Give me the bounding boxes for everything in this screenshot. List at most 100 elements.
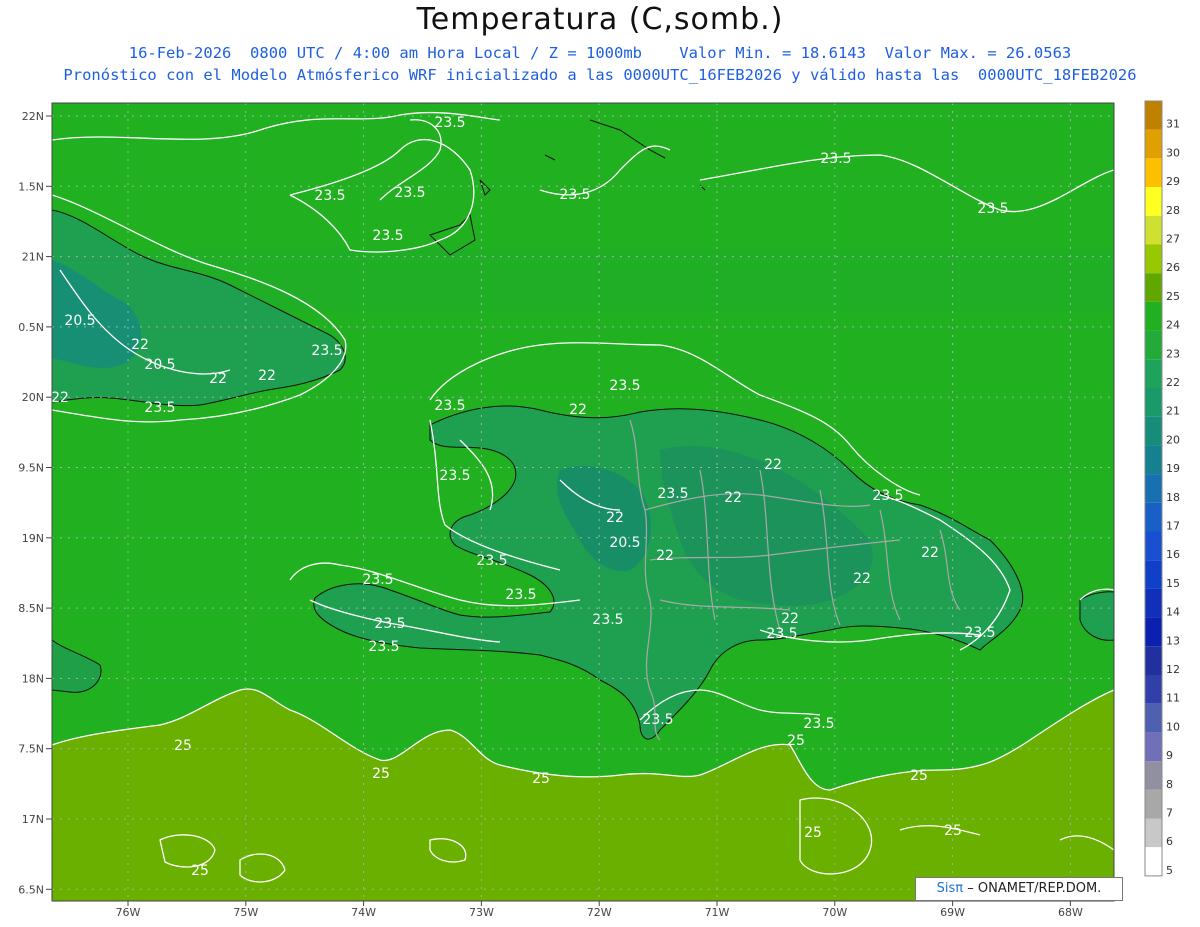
- contour-label: 22: [209, 371, 227, 387]
- contour-label: 22: [51, 390, 69, 406]
- colorbar-tick-label: 16: [1166, 548, 1180, 561]
- lon-tick-label: 76W: [116, 906, 141, 919]
- contour-label: 25: [910, 768, 928, 784]
- colorbar-tick-label: 15: [1166, 577, 1180, 590]
- colorbar-swatch: [1145, 847, 1162, 876]
- lat-tick-label: 18N: [22, 672, 44, 685]
- colorbar-tick-label: 27: [1166, 233, 1180, 246]
- colorbar-tick-label: 29: [1166, 175, 1180, 188]
- colorbar-swatch: [1145, 588, 1162, 618]
- colorbar-swatch: [1145, 129, 1162, 159]
- lat-tick-label: 7.5N: [18, 743, 44, 756]
- colorbar-tick-label: 30: [1166, 146, 1180, 159]
- colorbar-swatch: [1145, 273, 1162, 302]
- contour-label: 23.5: [311, 343, 342, 359]
- lon-tick-label: 70W: [822, 906, 847, 919]
- contour-label: 23.5: [642, 712, 673, 728]
- contour-label: 23.5: [314, 188, 345, 204]
- temperature-map: 23.5 23.5 23.5 23.5 23.5 23.5 20.5 22 20…: [18, 100, 1180, 919]
- colorbar-tick-label: 31: [1166, 118, 1180, 131]
- colorbar-swatch: [1145, 215, 1162, 245]
- colorbar-tick-label: 17: [1166, 520, 1180, 533]
- contour-label: 22: [853, 571, 871, 587]
- colorbar-tick-label: 14: [1166, 606, 1180, 619]
- lon-tick-label: 68W: [1058, 906, 1083, 919]
- valid-time-subtitle: 16-Feb-2026 0800 UTC / 4:00 am Hora Loca…: [128, 44, 1072, 62]
- colorbar-swatch: [1145, 560, 1162, 589]
- contour-label: 23.5: [657, 486, 688, 502]
- colorbar-tick-label: 22: [1166, 376, 1180, 389]
- page-title: Temperatura (C,somb.): [416, 2, 784, 37]
- contour-label: 22: [781, 611, 799, 627]
- contour-label: 25: [532, 771, 550, 787]
- model-run-subtitle: Pronóstico con el Modelo Atmósferico WRF…: [63, 66, 1137, 84]
- colorbar-swatch: [1145, 531, 1162, 561]
- colorbar-swatch: [1145, 761, 1162, 790]
- lon-tick-label: 72W: [587, 906, 612, 919]
- contour-label: 23.5: [559, 187, 590, 203]
- lon-tick-label: 75W: [233, 906, 258, 919]
- contour-label: 20.5: [609, 535, 640, 551]
- lat-tick-label: 9.5N: [18, 462, 44, 475]
- colorbar-tick-label: 28: [1166, 204, 1180, 217]
- contour-label: 23.5: [609, 378, 640, 394]
- contour-label: 25: [787, 733, 805, 749]
- colorbar-swatch: [1145, 675, 1162, 704]
- lat-tick-label: 19N: [22, 532, 44, 545]
- lat-tick-label: 17N: [22, 813, 44, 826]
- contour-label: 23.5: [505, 587, 536, 603]
- colorbar-swatch: [1145, 646, 1162, 675]
- colorbar-swatch: [1145, 416, 1162, 446]
- credit-text: – ONAMET/REP.DOM.: [967, 881, 1102, 896]
- contour-label: 23.5: [803, 716, 834, 732]
- colorbar-tick-label: 25: [1166, 290, 1180, 303]
- contour-label: 23.5: [964, 625, 995, 641]
- colorbar-swatch: [1145, 789, 1162, 819]
- lon-tick-label: 73W: [469, 906, 494, 919]
- contour-label: 23.5: [434, 398, 465, 414]
- credit-brand: Sisπ: [936, 881, 964, 896]
- longitude-axis: 76W 75W 74W 73W 72W 71W 70W 69W 68W: [116, 901, 1083, 919]
- colorbar-tick-label: 20: [1166, 433, 1180, 446]
- contour-label: 23.5: [144, 400, 175, 416]
- lat-tick-label: 0.5N: [18, 321, 44, 334]
- contour-label: 22: [606, 510, 624, 526]
- contour-label: 25: [372, 766, 390, 782]
- contour-label: 22: [724, 490, 742, 506]
- lat-tick-label: 22N: [22, 110, 44, 123]
- lon-tick-label: 69W: [940, 906, 965, 919]
- contour-label: 22: [656, 548, 674, 564]
- contour-label: 23.5: [592, 612, 623, 628]
- colorbar-swatch: [1145, 445, 1162, 475]
- contour-label: 22: [764, 457, 782, 473]
- colorbar-swatch: [1145, 158, 1162, 188]
- contour-label: 25: [191, 863, 209, 879]
- colorbar-tick-label: 7: [1166, 807, 1173, 820]
- contour-label: 23.5: [977, 201, 1008, 217]
- colorbar-tick-label: 26: [1166, 261, 1180, 274]
- contour-label: 23.5: [872, 488, 903, 504]
- colorbar-tick-label: 5: [1166, 864, 1173, 877]
- contour-label: 23.5: [374, 616, 405, 632]
- colorbar-swatch: [1145, 703, 1162, 733]
- lat-tick-label: 20N: [22, 391, 44, 404]
- contour-label: 23.5: [434, 115, 465, 131]
- lon-tick-label: 74W: [351, 906, 376, 919]
- lat-tick-label: 21N: [22, 251, 44, 264]
- contour-label: 22: [569, 402, 587, 418]
- lon-tick-label: 71W: [705, 906, 730, 919]
- colorbar-swatch: [1145, 244, 1162, 274]
- colorbar-tick-label: 6: [1166, 835, 1173, 848]
- colorbar-swatch: [1145, 502, 1162, 532]
- map-fill: 23.5 23.5 23.5 23.5 23.5 23.5 20.5 22 20…: [51, 103, 1114, 901]
- colorbar-tick-label: 12: [1166, 663, 1180, 676]
- colorbar-tick-label: 24: [1166, 319, 1180, 332]
- colorbar-tick-label: 23: [1166, 347, 1180, 360]
- contour-label: 23.5: [439, 468, 470, 484]
- contour-label: 22: [131, 337, 149, 353]
- contour-label: 23.5: [368, 639, 399, 655]
- colorbar-swatch: [1145, 617, 1162, 647]
- contour-label: 20.5: [144, 357, 175, 373]
- colorbar-tick-label: 19: [1166, 462, 1180, 475]
- colorbar-swatch: [1145, 359, 1162, 388]
